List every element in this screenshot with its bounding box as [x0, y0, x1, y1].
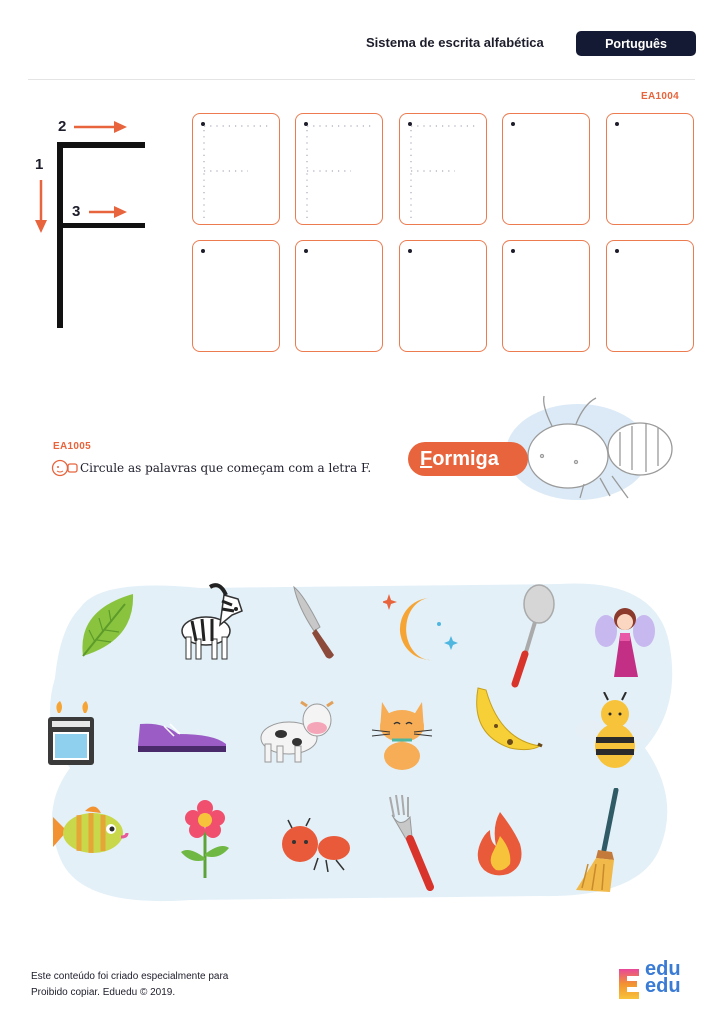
flower-icon[interactable]	[175, 800, 235, 885]
tracing-box-dotted[interactable]	[399, 113, 487, 225]
speech-icon	[51, 459, 79, 484]
dotted-letter-f	[410, 125, 475, 218]
eduedu-logo-text: edu edu	[645, 958, 681, 997]
dotted-letter-f	[306, 125, 371, 218]
leaf-icon[interactable]	[75, 590, 137, 665]
page-title: Sistema de escrita alfabética	[366, 35, 544, 50]
knife-icon[interactable]	[290, 585, 342, 666]
example-word-pill: Formiga	[408, 442, 528, 476]
instruction-text: Circule as palavras que começam com a le…	[80, 461, 372, 475]
tracing-box[interactable]	[295, 240, 383, 352]
tracing-box[interactable]	[502, 240, 590, 352]
example-word-rest: ormiga	[432, 447, 499, 470]
stroke-number-3: 3	[72, 203, 81, 220]
subject-badge: Português	[576, 31, 696, 56]
shoe-icon[interactable]	[134, 716, 230, 761]
footer-line-2: Proibido copiar. Eduedu © 2019.	[31, 987, 176, 998]
stroke-number-1: 1	[35, 156, 44, 173]
fire-icon[interactable]	[474, 810, 526, 883]
eduedu-logo-mark	[617, 967, 641, 1006]
banana-icon[interactable]	[470, 684, 544, 761]
divider	[28, 79, 695, 80]
fish-icon[interactable]	[49, 801, 131, 868]
start-dot	[511, 249, 515, 253]
start-dot	[201, 249, 205, 253]
moon-icon[interactable]	[381, 586, 461, 671]
ant-icon[interactable]	[278, 817, 352, 877]
tracing-box[interactable]	[502, 113, 590, 225]
footer-text: Este conteúdo foi criado especialmente p…	[31, 969, 228, 1001]
exercise-code: EA1004	[641, 91, 679, 102]
tracing-box[interactable]	[606, 113, 694, 225]
start-dot	[304, 249, 308, 253]
example-first-letter: F	[420, 447, 433, 470]
stroke-number-2: 2	[58, 118, 67, 135]
start-dot	[511, 122, 515, 126]
tracing-box-dotted[interactable]	[295, 113, 383, 225]
fairy-icon[interactable]	[594, 605, 656, 686]
cat-icon[interactable]	[370, 696, 434, 775]
tracing-box[interactable]	[606, 240, 694, 352]
stove-icon[interactable]	[44, 701, 100, 772]
start-dot	[615, 249, 619, 253]
spoon-icon[interactable]	[507, 584, 559, 693]
footer-line-1: Este conteúdo foi criado especialmente p…	[31, 971, 229, 982]
tracing-box[interactable]	[192, 240, 280, 352]
letter-stroke-guide: 1 2 3	[30, 112, 160, 334]
cow-icon[interactable]	[255, 698, 339, 769]
exercise-code: EA1005	[53, 441, 91, 452]
tracing-box-dotted[interactable]	[192, 113, 280, 225]
zebra-icon[interactable]	[176, 581, 246, 668]
broom-icon[interactable]	[572, 787, 624, 901]
bee-icon[interactable]	[576, 691, 654, 779]
tracing-box[interactable]	[399, 240, 487, 352]
fork-icon[interactable]	[386, 794, 436, 896]
dotted-letter-f	[203, 125, 268, 218]
start-dot	[615, 122, 619, 126]
start-dot	[408, 249, 412, 253]
